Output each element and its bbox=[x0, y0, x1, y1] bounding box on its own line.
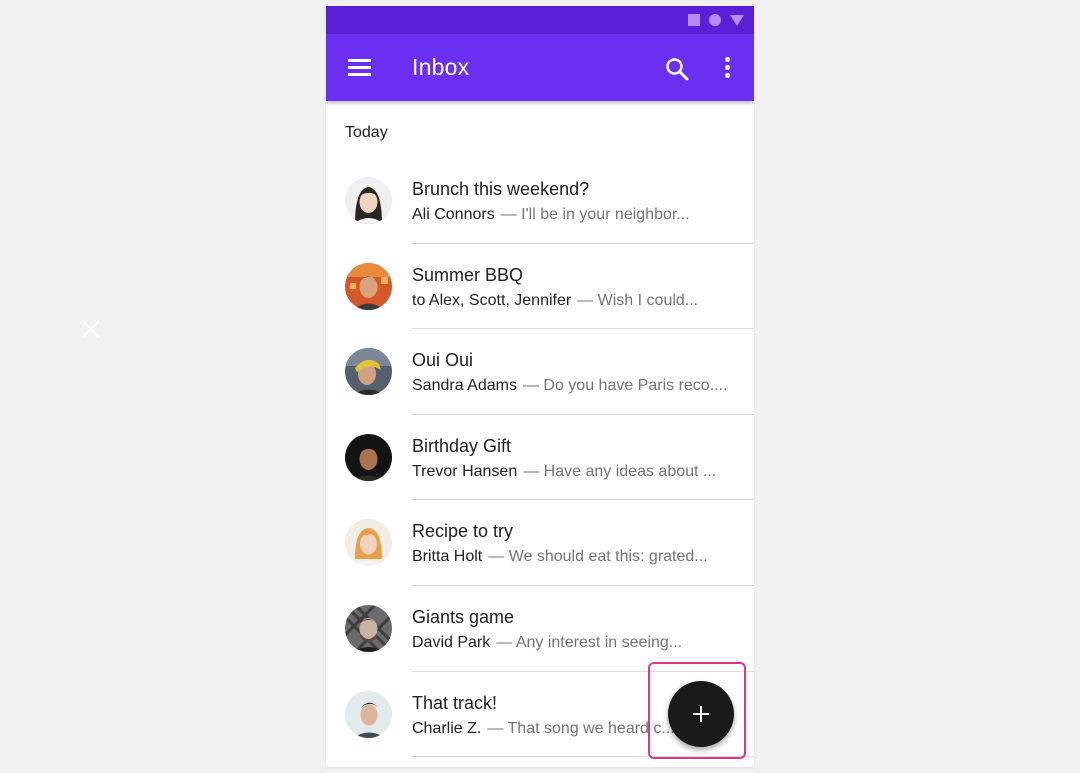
email-snippet: — Wish I could... bbox=[577, 291, 699, 309]
email-snippet: — That song we heard c... bbox=[487, 719, 675, 737]
email-subject: Birthday Gift bbox=[412, 435, 512, 456]
email-sender: Sandra Adams bbox=[412, 377, 517, 395]
email-subject: Brunch this weekend? bbox=[412, 179, 590, 199]
phone-screen: Inbox Today Brunch this weekend? Ali Con… bbox=[326, 6, 754, 767]
avatar bbox=[345, 262, 392, 310]
page-title: Inbox bbox=[412, 54, 470, 80]
close-icon[interactable] bbox=[81, 319, 101, 339]
avatar bbox=[345, 690, 392, 738]
email-subject: Recipe to try bbox=[412, 521, 514, 542]
email-snippet: — We should eat this: grated... bbox=[488, 548, 708, 566]
avatar bbox=[345, 604, 392, 652]
email-item[interactable]: Giants game David Park — Any interest in … bbox=[326, 586, 754, 672]
status-bar bbox=[326, 6, 754, 34]
email-item[interactable]: Birthday Gift Trevor Hansen — Have any id… bbox=[326, 415, 754, 501]
avatar bbox=[345, 519, 392, 567]
email-snippet: — I'll be in your neighbor... bbox=[500, 206, 690, 223]
avatar bbox=[345, 433, 392, 481]
email-snippet: — Any interest in seeing... bbox=[496, 633, 683, 651]
back-icon bbox=[730, 14, 744, 26]
add-icon bbox=[693, 706, 709, 722]
avatar bbox=[345, 177, 392, 224]
email-sender: Britta Holt bbox=[412, 548, 483, 566]
email-item[interactable]: Recipe to try Britta Holt — We should eat… bbox=[326, 500, 754, 586]
home-icon bbox=[709, 14, 721, 26]
email-item[interactable]: Oui Oui Sandra Adams — Do you have Paris … bbox=[326, 329, 754, 415]
email-sender: Charlie Z. bbox=[412, 719, 482, 737]
email-subject: That track! bbox=[412, 692, 498, 713]
email-subject: Summer BBQ bbox=[412, 264, 524, 285]
more-vert-icon[interactable] bbox=[718, 56, 736, 80]
email-sender: Ali Connors bbox=[412, 206, 495, 223]
search-icon[interactable] bbox=[664, 56, 690, 82]
email-snippet: — Do you have Paris reco.... bbox=[522, 377, 728, 395]
email-subject: Oui Oui bbox=[412, 350, 474, 371]
email-item[interactable]: Summer BBQ to Alex, Scott, Jennifer — Wis… bbox=[326, 244, 754, 330]
compose-fab-button[interactable] bbox=[668, 681, 734, 747]
menu-icon[interactable] bbox=[348, 57, 372, 77]
top-app-bar: Inbox bbox=[326, 34, 754, 101]
email-item[interactable]: Brunch this weekend? Ali Connors — I'll b… bbox=[326, 158, 754, 244]
email-subject: Giants game bbox=[412, 606, 515, 627]
section-header: Today bbox=[345, 124, 388, 141]
avatar bbox=[345, 348, 392, 396]
recents-icon bbox=[688, 14, 700, 26]
email-sender: David Park bbox=[412, 633, 491, 651]
email-sender: Trevor Hansen bbox=[412, 462, 518, 480]
email-sender: to Alex, Scott, Jennifer bbox=[412, 291, 572, 309]
email-snippet: — Have any ideas about ... bbox=[523, 462, 717, 480]
